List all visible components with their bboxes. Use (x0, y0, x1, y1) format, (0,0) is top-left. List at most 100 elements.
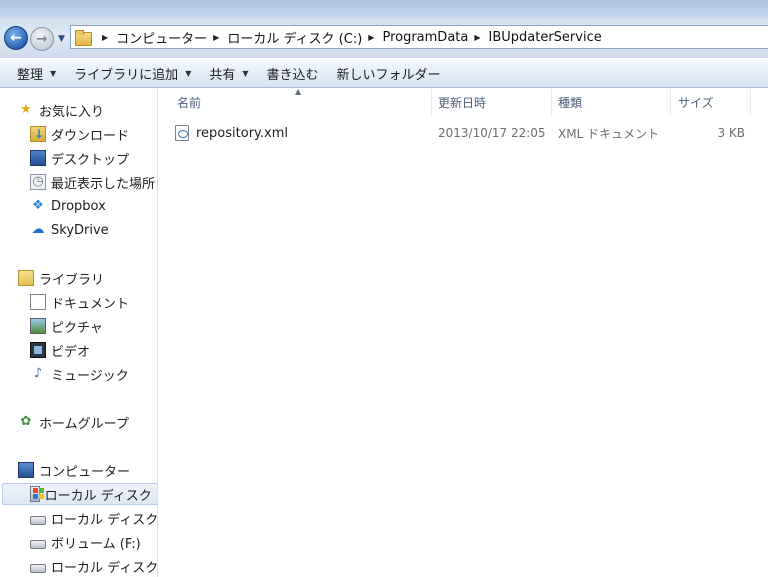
system-drive-icon (30, 486, 40, 502)
breadcrumb-separator-icon[interactable]: ▶ (213, 33, 219, 42)
sort-ascending-icon: ▲ (295, 87, 302, 96)
breadcrumb-programdata[interactable]: ProgramData (382, 30, 468, 45)
breadcrumb-computer[interactable]: コンピューター (116, 28, 207, 47)
nav-item-label: ドキュメント (51, 296, 130, 312)
drive-icon (30, 564, 46, 573)
share-with-button[interactable]: 共有 ▼ (200, 60, 257, 86)
file-type: XML ドキュメント (558, 126, 660, 141)
file-size: 3 KB (717, 126, 745, 140)
chevron-down-icon: ▼ (50, 68, 57, 78)
nav-favorites[interactable]: ★ お気に入り (18, 99, 104, 121)
nav-item-volume-f[interactable]: ボリューム (F:) (30, 531, 141, 553)
nav-item-desktop[interactable]: デスクトップ (30, 147, 129, 169)
nav-item-local-disk-3[interactable]: ローカル ディスク ( (30, 555, 158, 577)
share-with-label: 共有 (209, 67, 236, 83)
navigation-pane: ★ お気に入り ダウンロード デスクトップ ◷ 最近表示した場所 ❖ Dropb… (0, 89, 158, 577)
organize-button[interactable]: 整理 ▼ (0, 60, 65, 86)
nav-item-label: ピクチャ (51, 320, 103, 336)
nav-libraries-label: ライブラリ (39, 272, 105, 288)
nav-item-downloads[interactable]: ダウンロード (30, 123, 129, 145)
nav-item-label: ローカル ディスク ( (51, 512, 158, 528)
nav-favorites-label: お気に入り (39, 104, 105, 120)
nav-item-music[interactable]: ♪ ミュージック (30, 363, 129, 385)
nav-libraries[interactable]: ライブラリ (18, 267, 104, 289)
nav-item-label: 最近表示した場所 (51, 176, 156, 192)
window-title-strip (0, 0, 768, 18)
breadcrumb-separator-icon[interactable]: ▶ (368, 33, 374, 42)
nav-item-label: デスクトップ (51, 152, 130, 168)
nav-item-dropbox[interactable]: ❖ Dropbox (30, 195, 106, 217)
cloud-icon: ☁ (31, 222, 45, 237)
nav-item-label: Dropbox (51, 198, 106, 214)
chevron-down-icon: ▼ (242, 68, 249, 78)
file-list-pane: 名前 ▲ 更新日時 種類 サイズ repository.xml 2013/10/… (159, 87, 768, 577)
homegroup-icon: ✿ (20, 414, 32, 429)
back-button[interactable]: ← (4, 26, 28, 50)
nav-computer[interactable]: コンピューター (18, 459, 130, 481)
nav-item-local-disk-c[interactable]: ローカル ディスク ( (2, 483, 158, 505)
nav-item-label: ミュージック (51, 368, 129, 384)
nav-item-local-disk-2[interactable]: ローカル ディスク ( (30, 507, 158, 529)
nav-item-label: ローカル ディスク ( (51, 560, 158, 576)
breadcrumb-ibupdaterservice[interactable]: IBUpdaterService (489, 30, 602, 45)
library-icon (18, 270, 34, 286)
address-bar-area: ← → ▼ ▶ コンピューター ▶ ローカル ディスク (C:) ▶ Progr… (0, 0, 768, 58)
include-in-library-button[interactable]: ライブラリに追加 ▼ (65, 60, 200, 86)
command-bar: 整理 ▼ ライブラリに追加 ▼ 共有 ▼ 書き込む 新しいフォルダー (0, 58, 768, 88)
column-header-label: サイズ (678, 95, 714, 110)
breadcrumb-separator-icon[interactable]: ▶ (102, 33, 108, 42)
drive-icon (30, 540, 46, 549)
forward-button[interactable]: → (30, 27, 54, 51)
nav-item-documents[interactable]: ドキュメント (30, 291, 129, 313)
computer-icon (18, 462, 34, 478)
chevron-down-icon: ▼ (58, 34, 65, 44)
organize-label: 整理 (17, 67, 44, 83)
video-icon (30, 342, 46, 358)
xml-file-icon (175, 125, 189, 141)
recent-places-icon: ◷ (30, 174, 46, 190)
new-folder-button[interactable]: 新しいフォルダー (328, 60, 450, 86)
breadcrumb-separator-icon[interactable]: ▶ (474, 33, 480, 42)
include-in-library-label: ライブラリに追加 (74, 67, 179, 83)
nav-item-label: SkyDrive (51, 222, 109, 238)
column-header-label: 更新日時 (438, 95, 487, 110)
nav-item-label: ボリューム (F:) (51, 536, 141, 552)
burn-label: 書き込む (266, 67, 319, 83)
column-header-type[interactable]: 種類 (552, 89, 671, 115)
nav-item-videos[interactable]: ビデオ (30, 339, 90, 361)
dropbox-icon: ❖ (32, 198, 44, 213)
recent-pages-dropdown[interactable]: ▼ (58, 34, 68, 44)
breadcrumb-local-disk[interactable]: ローカル ディスク (C:) (227, 28, 362, 47)
nav-item-skydrive[interactable]: ☁ SkyDrive (30, 219, 109, 241)
column-header-size[interactable]: サイズ (671, 89, 751, 115)
column-header-name[interactable]: 名前 ▲ (159, 87, 432, 115)
downloads-folder-icon (30, 126, 46, 142)
file-row[interactable]: repository.xml 2013/10/17 22:05 XML ドキュメ… (175, 122, 765, 144)
star-icon: ★ (20, 102, 32, 117)
column-header-label: 種類 (558, 95, 583, 110)
nav-item-pictures[interactable]: ピクチャ (30, 315, 103, 337)
music-note-icon: ♪ (33, 366, 43, 381)
nav-homegroup[interactable]: ✿ ホームグループ (18, 411, 129, 433)
address-path-box[interactable]: ▶ コンピューター ▶ ローカル ディスク (C:) ▶ ProgramData… (70, 25, 768, 49)
drive-icon (30, 516, 46, 525)
picture-icon (30, 318, 46, 334)
nav-homegroup-label: ホームグループ (39, 416, 129, 432)
document-icon (30, 294, 46, 310)
nav-item-label: ダウンロード (51, 128, 130, 144)
column-header-modified[interactable]: 更新日時 (432, 89, 552, 115)
chevron-down-icon: ▼ (185, 68, 192, 78)
nav-item-label: ビデオ (51, 344, 91, 360)
nav-item-label: ローカル ディスク ( (44, 488, 158, 504)
new-folder-label: 新しいフォルダー (336, 67, 441, 83)
nav-computer-label: コンピューター (39, 464, 131, 480)
desktop-icon (30, 150, 46, 166)
file-name: repository.xml (196, 125, 288, 141)
nav-item-recent-places[interactable]: ◷ 最近表示した場所 (30, 171, 155, 193)
file-modified: 2013/10/17 22:05 (438, 126, 546, 140)
column-header-label: 名前 (177, 95, 202, 110)
folder-icon (75, 30, 92, 46)
burn-button[interactable]: 書き込む (258, 60, 328, 86)
forward-arrow-icon: → (36, 31, 48, 47)
back-arrow-icon: ← (10, 30, 22, 46)
